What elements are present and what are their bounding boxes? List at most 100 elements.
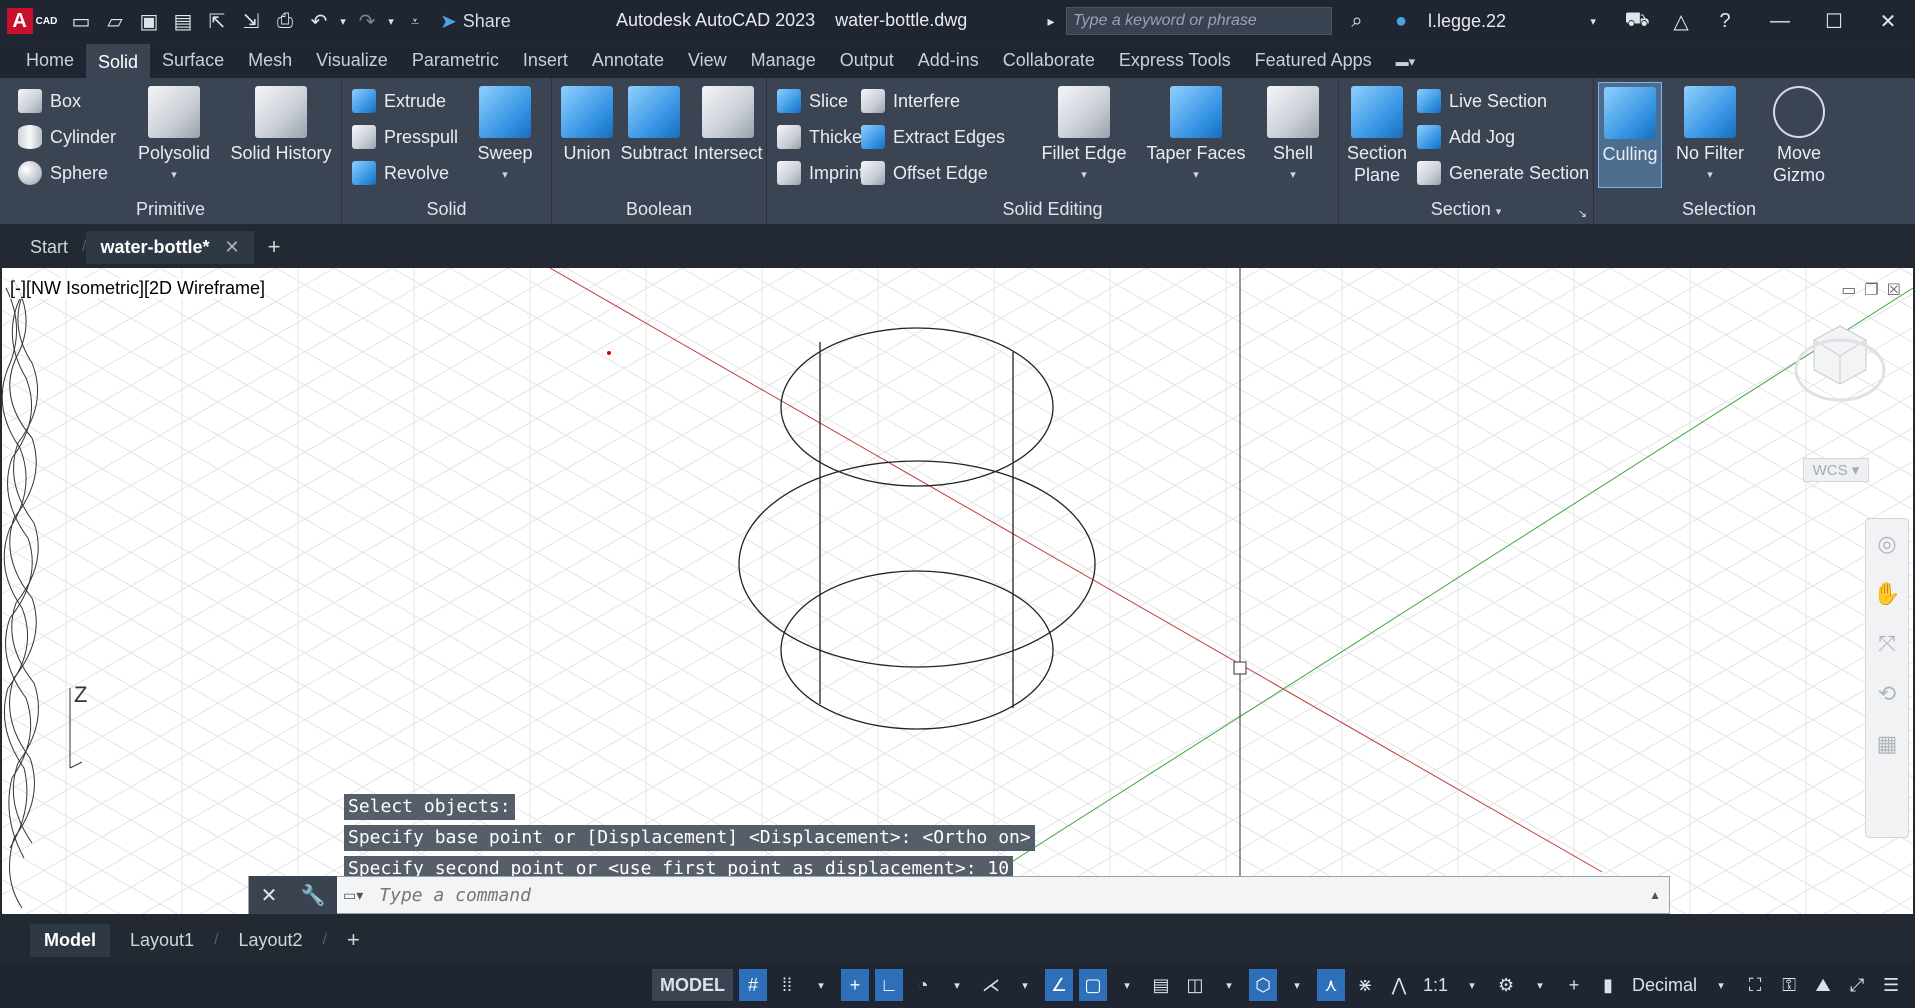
- annotation-scale-icon[interactable]: ⋀: [1385, 969, 1413, 1001]
- union-button[interactable]: Union: [558, 86, 616, 164]
- help-icon[interactable]: ?: [1708, 4, 1742, 38]
- gizmo-dropdown-icon[interactable]: ▾: [1283, 969, 1311, 1001]
- user-icon[interactable]: ●: [1384, 4, 1418, 38]
- tab-home[interactable]: Home: [14, 44, 86, 78]
- generate-section-button[interactable]: Generate Section: [1417, 158, 1589, 188]
- open-folder-icon[interactable]: ▱: [98, 4, 132, 38]
- quick-properties-icon[interactable]: ⛶: [1741, 969, 1769, 1001]
- gizmo-icon[interactable]: ⬡: [1249, 969, 1277, 1001]
- units-icon[interactable]: ▮: [1594, 969, 1622, 1001]
- tab-layout2[interactable]: Layout2: [225, 924, 317, 957]
- infer-constraints-icon[interactable]: +: [841, 969, 869, 1001]
- annotation-visibility-icon[interactable]: ⋏: [1317, 969, 1345, 1001]
- new-layout-icon[interactable]: +: [333, 921, 374, 959]
- polar-tracking-icon[interactable]: ◔: [909, 969, 937, 1001]
- lock-ui-icon[interactable]: ⚿: [1775, 969, 1803, 1001]
- user-name[interactable]: l.legge.22: [1428, 11, 1506, 32]
- add-jog-button[interactable]: Add Jog: [1417, 122, 1515, 152]
- thicken-button[interactable]: Thicken: [777, 122, 872, 152]
- wcs-menu[interactable]: WCS ▾: [1803, 458, 1869, 482]
- orbit-icon[interactable]: ⟲: [1866, 669, 1908, 719]
- imprint-button[interactable]: Imprint: [777, 158, 864, 188]
- isolate-objects-icon[interactable]: ⛰: [1809, 969, 1837, 1001]
- offset-edge-button[interactable]: Offset Edge: [861, 158, 988, 188]
- share-button[interactable]: ➤ Share: [440, 9, 511, 34]
- section-dialog-launcher-icon[interactable]: ↘: [1578, 207, 1587, 220]
- plot-icon[interactable]: ⎙: [268, 4, 302, 38]
- object-snap-icon[interactable]: ▢: [1079, 969, 1107, 1001]
- transparency-dropdown-icon[interactable]: ▾: [1215, 969, 1243, 1001]
- model-space-button[interactable]: MODEL: [652, 969, 733, 1001]
- tab-mesh[interactable]: Mesh: [236, 44, 304, 78]
- tab-surface[interactable]: Surface: [150, 44, 236, 78]
- command-cancel-icon[interactable]: ✕: [261, 883, 278, 908]
- isodraft-dropdown-icon[interactable]: ▾: [1011, 969, 1039, 1001]
- units-value[interactable]: Decimal: [1628, 969, 1701, 1001]
- presspull-button[interactable]: Presspull: [352, 122, 458, 152]
- tab-featured-apps[interactable]: Featured Apps: [1243, 44, 1384, 78]
- drawing-canvas[interactable]: Z: [2, 268, 1913, 914]
- save-as-icon[interactable]: ▤: [166, 4, 200, 38]
- minimize-icon[interactable]: —: [1753, 0, 1807, 42]
- annotation-scale-value[interactable]: 1:1: [1419, 969, 1452, 1001]
- redo-icon[interactable]: ↷: [350, 4, 384, 38]
- tab-insert[interactable]: Insert: [511, 44, 580, 78]
- ribbon-minimize-icon[interactable]: ▬▾: [1384, 44, 1428, 78]
- extrude-button[interactable]: Extrude: [352, 86, 446, 116]
- tab-visualize[interactable]: Visualize: [304, 44, 400, 78]
- move-gizmo-button[interactable]: Move Gizmo: [1760, 86, 1838, 186]
- customize-status-icon[interactable]: ☰: [1877, 969, 1905, 1001]
- tab-annotate[interactable]: Annotate: [580, 44, 676, 78]
- zoom-extents-icon[interactable]: ⤧: [1866, 619, 1908, 669]
- save-web-icon[interactable]: ⇲: [234, 4, 268, 38]
- culling-button[interactable]: Culling: [1598, 82, 1662, 188]
- showmotion-icon[interactable]: ▦: [1866, 719, 1908, 769]
- workspace-dropdown-icon[interactable]: ▾: [1526, 969, 1554, 1001]
- intersect-button[interactable]: Intersect: [690, 86, 766, 164]
- tab-start[interactable]: Start: [16, 231, 82, 264]
- drawing-viewport[interactable]: Z [-][NW Isometric][2D Wireframe] ▭ ❐ ☒ …: [2, 268, 1913, 914]
- maximize-icon[interactable]: ☐: [1807, 0, 1861, 42]
- transparency-icon[interactable]: ◫: [1181, 969, 1209, 1001]
- viewport-restore-icon[interactable]: ❐: [1864, 280, 1878, 300]
- live-section-button[interactable]: Live Section: [1417, 86, 1547, 116]
- tab-add-ins[interactable]: Add-ins: [906, 44, 991, 78]
- polysolid-button[interactable]: Polysolid ▾: [134, 86, 214, 186]
- close-tab-icon[interactable]: ✕: [225, 237, 240, 257]
- tab-water-bottle[interactable]: water-bottle* ✕: [86, 230, 254, 264]
- ortho-mode-icon[interactable]: ∟: [875, 969, 903, 1001]
- customize-quick-access-icon[interactable]: ⩡: [398, 4, 432, 38]
- save-icon[interactable]: ▣: [132, 4, 166, 38]
- scale-dropdown-icon[interactable]: ▾: [1458, 969, 1486, 1001]
- tab-output[interactable]: Output: [828, 44, 906, 78]
- shell-button[interactable]: Shell ▾: [1261, 86, 1325, 186]
- snap-mode-icon[interactable]: ⁞⁞: [773, 969, 801, 1001]
- box-button[interactable]: Box: [18, 86, 81, 116]
- full-screen-icon[interactable]: ⤢: [1843, 969, 1871, 1001]
- cylinder-button[interactable]: Cylinder: [18, 122, 116, 152]
- snap-dropdown-icon[interactable]: ▾: [807, 969, 835, 1001]
- tab-view[interactable]: View: [676, 44, 739, 78]
- tab-solid[interactable]: Solid: [86, 44, 151, 78]
- annotation-monitor-icon[interactable]: +: [1560, 969, 1588, 1001]
- grid-toggle-icon[interactable]: #: [739, 969, 767, 1001]
- no-filter-button[interactable]: No Filter ▾: [1670, 86, 1750, 186]
- command-recent-icon[interactable]: ▭▾: [343, 887, 363, 904]
- viewcube[interactable]: [1794, 325, 1886, 402]
- open-web-icon[interactable]: ⇱: [200, 4, 234, 38]
- tab-manage[interactable]: Manage: [739, 44, 828, 78]
- command-customize-icon[interactable]: 🔧: [301, 883, 326, 908]
- tab-model[interactable]: Model: [30, 923, 110, 957]
- tab-express-tools[interactable]: Express Tools: [1107, 44, 1243, 78]
- tab-parametric[interactable]: Parametric: [400, 44, 511, 78]
- close-icon[interactable]: ✕: [1861, 0, 1915, 42]
- lineweight-icon[interactable]: ▤: [1147, 969, 1175, 1001]
- revolve-button[interactable]: Revolve: [352, 158, 449, 188]
- cart-icon[interactable]: ⛟: [1620, 4, 1654, 38]
- pan-icon[interactable]: ✋: [1866, 569, 1908, 619]
- sweep-button[interactable]: Sweep ▾: [470, 86, 540, 186]
- slice-button[interactable]: Slice: [777, 86, 848, 116]
- steering-wheel-icon[interactable]: ◎: [1866, 519, 1908, 569]
- interfere-button[interactable]: Interfere: [861, 86, 960, 116]
- fillet-edge-button[interactable]: Fillet Edge ▾: [1039, 86, 1129, 186]
